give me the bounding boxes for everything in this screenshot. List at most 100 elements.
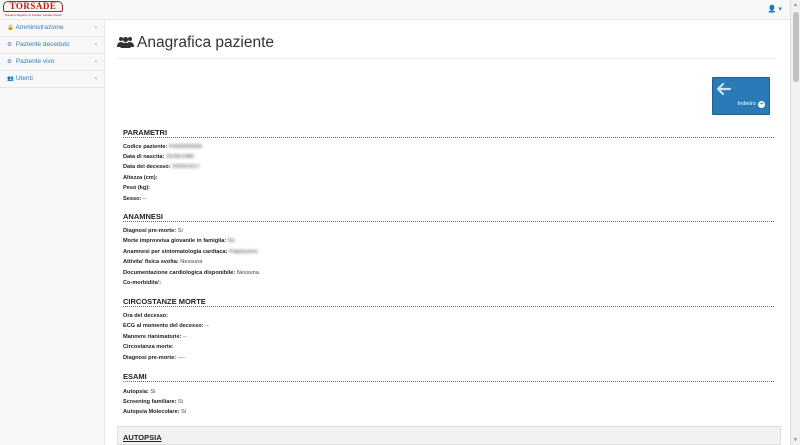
field-attivita-fisica: Attivita' fisica svolta: Nessuna	[123, 259, 202, 266]
sidebar-item-amministrazione[interactable]: 🔒 Amministrazione ‹	[0, 20, 104, 37]
chevron-left-icon: ‹	[95, 76, 97, 82]
section-esami: ESAMI	[123, 372, 774, 382]
sidebar-item-paziente-vivo[interactable]: ⚙ Paziente vivo ‹	[0, 54, 104, 71]
field-data-decesso: Data del decesso: 00/00/2017	[123, 164, 200, 171]
field-value: Nessuna	[180, 259, 203, 265]
field-diagnosi-pre-morte-2: Diagnosi pre-morte: ----	[123, 355, 185, 362]
app-logo[interactable]: TORSADE Toscana Registro di Sudden cardi…	[3, 1, 63, 18]
scroll-up-arrow-icon[interactable]: ▲	[793, 2, 798, 8]
field-label: Peso (kg):	[123, 185, 151, 191]
scrollbar-thumb[interactable]	[793, 12, 799, 82]
gear-icon: ⚙	[7, 42, 12, 48]
field-value: Palpitazioni	[229, 249, 258, 255]
section-parametri: PARAMETRI	[123, 128, 774, 138]
vertical-scrollbar[interactable]: ▲ ▼	[790, 0, 800, 445]
field-label: Diagnosi pre-morte:	[123, 228, 177, 234]
lock-icon: 🔒	[7, 25, 14, 31]
section-title: CIRCOSTANZE MORTE	[123, 297, 774, 307]
field-value: 25/00/1980	[165, 154, 194, 160]
sidebar-item-paziente-deceduto[interactable]: ⚙ Paziente deceduto ‹	[0, 37, 104, 54]
field-label: Autopsia Molecolare:	[123, 409, 180, 415]
field-codice-paziente: Codice paziente: FI000000000	[123, 144, 202, 151]
top-navbar: TORSADE Toscana Registro di Sudden cardi…	[0, 0, 790, 20]
field-autopsia-molecolare: Autopsia Molecolare: Si	[123, 409, 186, 416]
field-manovre-rianimatorie: Manovre rianimatorie: --	[123, 334, 187, 341]
field-value: ----	[177, 355, 186, 361]
user-menu[interactable]: 👤 ▾	[768, 5, 782, 13]
field-label: Sesso:	[123, 196, 142, 202]
field-value: --	[142, 196, 147, 202]
section-anamnesi: ANAMNESI	[123, 212, 774, 222]
field-documentazione: Documentazione cardiologica disponibile:…	[123, 270, 259, 277]
field-co-morbidita: Co-morbidita':	[123, 280, 161, 287]
sidebar-item-label: Utenti	[15, 75, 33, 82]
field-value: No	[227, 238, 235, 244]
field-value: Si	[181, 409, 187, 415]
back-button[interactable]: Indietro ➜	[712, 77, 770, 115]
page-header: Anagrafica paziente	[117, 32, 775, 59]
field-label: Screening familiare:	[123, 399, 177, 405]
sidebar: 🔒 Amministrazione ‹ ⚙ Paziente deceduto …	[0, 20, 105, 445]
field-peso: Peso (kg):	[123, 185, 150, 192]
users-icon	[117, 36, 134, 48]
field-value: Si	[178, 399, 184, 405]
scroll-down-arrow-icon[interactable]: ▼	[793, 437, 798, 443]
field-value: 00/00/2017	[172, 164, 201, 170]
field-value: --	[183, 334, 187, 340]
field-morte-improvvisa: Morte improvvisa giovanile in famiglia: …	[123, 238, 235, 245]
logo-subtitle: Toscana Registro di Sudden cardiac Death	[4, 13, 62, 17]
field-value: Si	[177, 228, 183, 234]
chevron-left-icon: ‹	[95, 42, 97, 48]
section-circostanze-morte: CIRCOSTANZE MORTE	[123, 297, 774, 307]
page-title: Anagrafica paziente	[137, 34, 275, 51]
sidebar-item-utenti[interactable]: 👥 Utenti ‹	[0, 71, 104, 88]
field-altezza: Altezza (cm):	[123, 175, 158, 182]
chevron-left-icon: ‹	[95, 25, 97, 31]
field-label: Circostanza morte:	[123, 344, 174, 350]
field-value: Si	[150, 389, 156, 395]
field-ora-decesso: Ora del decesso:	[123, 313, 168, 320]
field-screening-familiare: Screening familiare: Si	[123, 399, 183, 406]
section-title: ANAMNESI	[123, 212, 774, 222]
arrow-left-icon	[717, 83, 731, 95]
field-label: Manovre rianimatorie:	[123, 334, 182, 340]
field-circostanza-morte: Circostanza morte:	[123, 344, 174, 351]
field-label: Data di nascita:	[123, 154, 165, 160]
sidebar-item-label: Amministrazione	[15, 24, 64, 31]
field-label: Co-morbidita':	[123, 280, 161, 286]
field-label: Anamnesi per sintomatologia cardiaca:	[123, 249, 228, 255]
field-label: Autopsia:	[123, 389, 149, 395]
field-label: Morte improvvisa giovanile in famiglia:	[123, 238, 227, 244]
field-autopsia: Autopsia: Si	[123, 389, 155, 396]
field-ecg: ECG al momento del decesso: --	[123, 323, 209, 330]
chevron-left-icon: ‹	[95, 59, 97, 65]
field-label: Codice paziente:	[123, 144, 168, 150]
field-value: FI000000000	[169, 144, 202, 150]
field-diagnosi-pre-morte: Diagnosi pre-morte: Si	[123, 228, 183, 235]
sidebar-item-label: Paziente deceduto	[15, 41, 70, 48]
sidebar-item-label: Paziente vivo	[15, 58, 55, 65]
users-icon: 👥	[7, 76, 14, 82]
caret-down-icon: ▾	[778, 6, 782, 13]
field-label: ECG al momento del decesso:	[123, 323, 204, 329]
field-label: Attivita' fisica svolta:	[123, 259, 179, 265]
circle-arrow-icon: ➜	[758, 101, 765, 108]
field-label: Altezza (cm):	[123, 175, 158, 181]
autopsia-panel[interactable]: AUTOPSIA	[117, 426, 781, 445]
section-title: PARAMETRI	[123, 128, 774, 138]
field-sintomatologia: Anamnesi per sintomatologia cardiaca: Pa…	[123, 249, 258, 256]
gear-icon: ⚙	[7, 59, 12, 65]
autopsia-panel-title[interactable]: AUTOPSIA	[123, 433, 162, 442]
field-data-nascita: Data di nascita: 25/00/1980	[123, 154, 194, 161]
field-label: Data del decesso:	[123, 164, 171, 170]
user-icon: 👤	[767, 6, 777, 13]
field-value: Nessuna	[236, 270, 259, 276]
field-label: Diagnosi pre-morte:	[123, 355, 177, 361]
main-content: Anagrafica paziente Indietro ➜ PARAMETRI…	[105, 20, 790, 445]
field-label: Ora del decesso:	[123, 313, 169, 319]
field-label: Documentazione cardiologica disponibile:	[123, 270, 236, 276]
section-title: ESAMI	[123, 372, 774, 382]
logo-title: TORSADE	[3, 1, 63, 12]
field-sesso: Sesso: --	[123, 196, 147, 203]
back-button-label: Indietro	[737, 101, 756, 107]
